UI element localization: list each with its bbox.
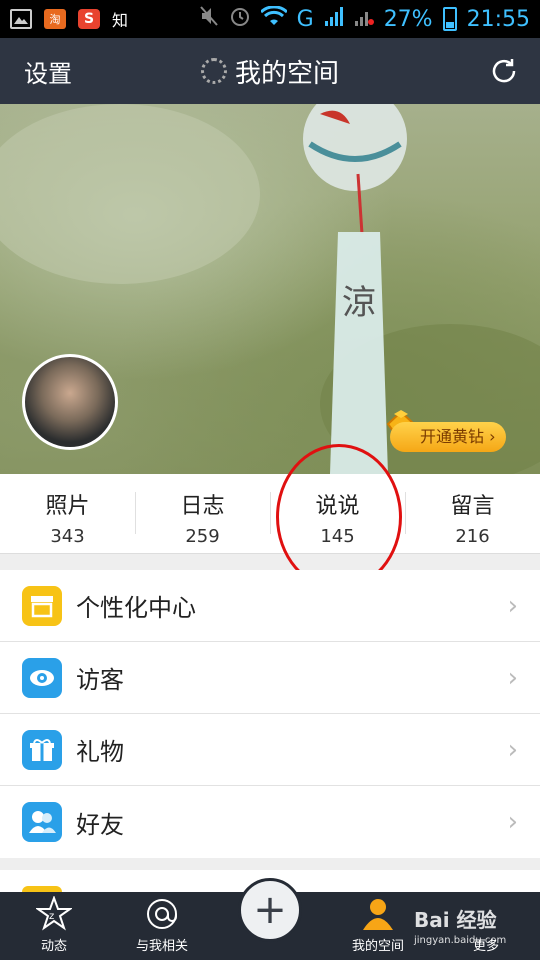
status-right: G 27% 21:55 (199, 5, 530, 33)
signal-icon (324, 5, 344, 33)
eye-icon (22, 657, 62, 698)
menu-item-personalization[interactable]: 个性化中心 › (0, 570, 540, 642)
store-icon (22, 585, 62, 626)
cover-banner[interactable]: 涼 开通黄钻 › (0, 104, 540, 474)
stat-value: 145 (320, 526, 355, 547)
person-icon (359, 895, 397, 933)
status-left-icons: 淘 S 知 (10, 9, 129, 30)
stat-photos[interactable]: 照片 343 (0, 474, 135, 553)
clock: 21:55 (466, 6, 530, 32)
chevron-right-icon: › (507, 590, 518, 621)
network-type: G (296, 6, 314, 32)
at-icon (143, 895, 181, 933)
signal2-icon (354, 5, 374, 33)
menu-list: 个性化中心 › 访客 › 礼物 › 好友 › (0, 570, 540, 858)
gift-icon (22, 729, 62, 770)
stat-label: 说说 (315, 494, 360, 519)
nav-related[interactable]: 与我相关 (108, 892, 216, 960)
battery-percent: 27% (383, 6, 433, 32)
stat-blogs[interactable]: 日志 259 (135, 474, 270, 553)
stat-label: 照片 (45, 494, 90, 519)
plus-button[interactable]: + (238, 878, 302, 942)
watermark-sub: jingyan.baidu.com (414, 935, 507, 946)
menu-item-label: 礼物 (76, 738, 124, 766)
loading-spinner-icon (200, 58, 227, 84)
menu-item-label: 个性化中心 (76, 594, 196, 622)
stat-value: 216 (455, 526, 490, 547)
stat-label: 日志 (180, 494, 225, 519)
svg-text:z: z (49, 911, 54, 922)
nav-center: + (216, 878, 324, 960)
battery-icon (442, 7, 457, 31)
mute-icon (199, 5, 219, 33)
avatar[interactable] (22, 354, 118, 450)
friends-icon (22, 802, 62, 842)
wifi-icon (259, 5, 288, 32)
app-header: 设置 我的空间 (0, 38, 540, 104)
chevron-right-icon: › (507, 662, 518, 693)
image-icon (10, 9, 32, 29)
menu-item-label: 访客 (76, 666, 124, 694)
watermark-text: Bai 经验 (414, 908, 497, 932)
refresh-icon[interactable] (488, 55, 520, 87)
svg-text:涼: 涼 (342, 283, 376, 323)
chevron-right-icon: › (507, 807, 518, 837)
page-title-wrap: 我的空间 (0, 53, 540, 90)
stat-moods[interactable]: 说说 145 (270, 474, 405, 553)
page-title: 我的空间 (234, 58, 339, 89)
stat-value: 259 (185, 526, 220, 547)
open-yellow-diamond-button[interactable]: 开通黄钻 › (390, 422, 506, 452)
stat-messages[interactable]: 留言 216 (405, 474, 540, 553)
status-bar: 淘 S 知 G 27% 21:55 (0, 0, 540, 38)
alarm-icon (229, 5, 251, 33)
menu-item-label: 好友 (76, 810, 124, 839)
zhihu-icon: 知 (112, 11, 129, 30)
chevron-right-icon: › (507, 734, 518, 765)
stat-value: 343 (50, 526, 85, 547)
star-icon: z (35, 895, 73, 933)
stat-label: 留言 (450, 494, 495, 519)
nav-label: 动态 (40, 939, 67, 954)
baidu-watermark: Bai 经验 jingyan.baidu.com (414, 904, 506, 946)
sogou-icon: S (78, 9, 100, 29)
taobao-icon: 淘 (44, 9, 66, 29)
nav-label: 与我相关 (135, 939, 188, 954)
menu-item-gifts[interactable]: 礼物 › (0, 714, 540, 786)
nav-label: 我的空间 (351, 939, 404, 954)
menu-item-visitors[interactable]: 访客 › (0, 642, 540, 714)
stats-bar: 照片 343 日志 259 说说 145 留言 216 (0, 474, 540, 554)
nav-feed[interactable]: z 动态 (0, 892, 108, 960)
menu-item-friends[interactable]: 好友 › (0, 786, 540, 858)
vip-button-label: 开通黄钻 (420, 427, 485, 446)
